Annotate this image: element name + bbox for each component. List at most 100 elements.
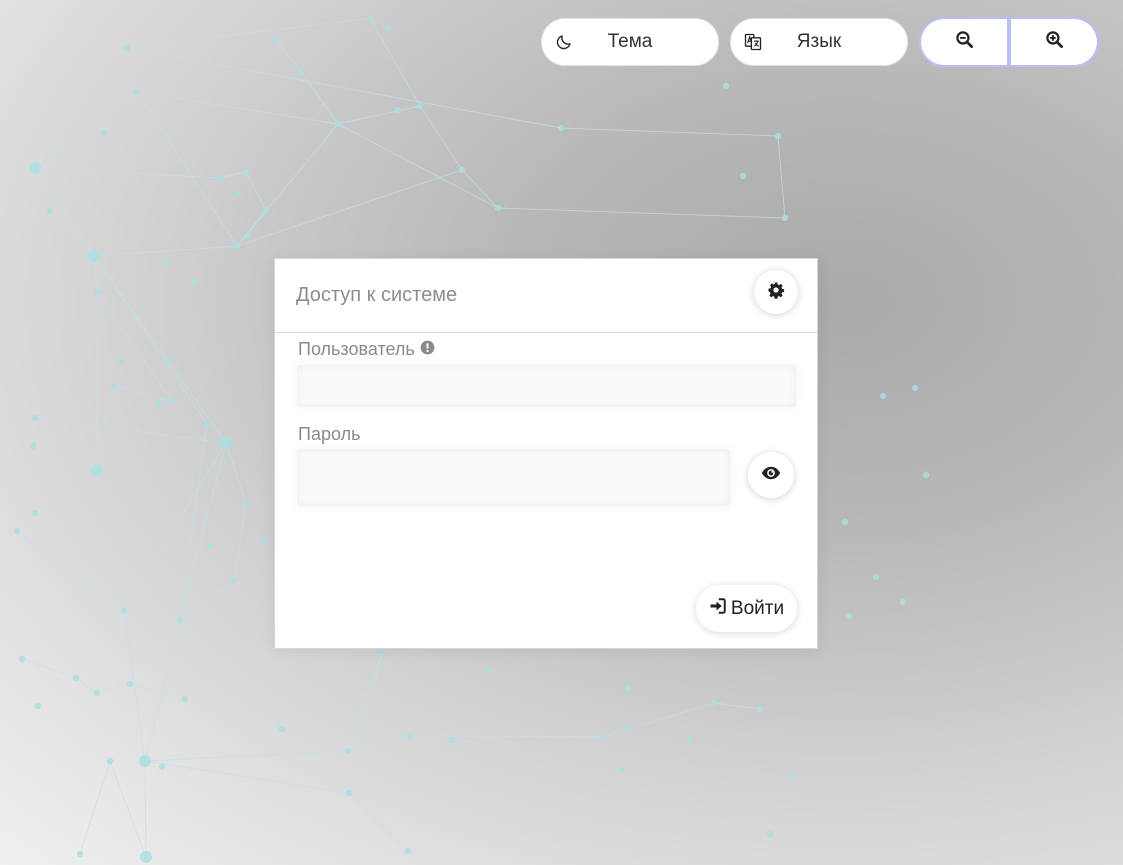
network-node — [557, 124, 565, 132]
network-node — [845, 612, 853, 620]
network-node — [133, 88, 141, 96]
network-node — [334, 120, 342, 128]
network-node — [841, 518, 849, 526]
network-node — [345, 789, 353, 797]
network-node — [234, 190, 242, 198]
network-node — [34, 702, 42, 710]
zoom-in-button[interactable] — [1011, 19, 1097, 65]
username-input[interactable] — [297, 365, 796, 407]
network-node — [31, 509, 39, 517]
network-node — [110, 382, 118, 390]
password-input[interactable] — [297, 449, 730, 506]
network-node — [788, 772, 796, 780]
network-node — [261, 536, 269, 544]
network-node — [624, 684, 632, 692]
network-node — [216, 174, 224, 182]
gear-icon — [767, 281, 785, 304]
network-node — [31, 414, 39, 422]
login-button-label: Войти — [730, 597, 785, 619]
network-node — [774, 132, 782, 140]
network-node — [100, 129, 108, 137]
network-node — [366, 14, 374, 22]
network-node — [206, 542, 214, 550]
network-node — [756, 705, 764, 713]
network-node — [155, 400, 163, 408]
network-node — [406, 732, 414, 740]
language-button-label: Язык — [796, 31, 842, 52]
zoom-out-icon — [955, 30, 974, 54]
top-toolbar: Тема Язык — [541, 17, 1099, 67]
network-node — [296, 66, 304, 74]
network-node — [344, 747, 352, 755]
network-node — [29, 442, 37, 450]
network-node — [106, 757, 114, 765]
network-node — [722, 82, 730, 90]
network-node — [190, 278, 198, 286]
network-node — [922, 471, 930, 479]
network-node — [243, 232, 251, 240]
network-node — [739, 172, 747, 180]
network-node — [879, 392, 887, 400]
network-node — [46, 207, 54, 215]
network-node — [599, 733, 607, 741]
moon-icon — [554, 32, 574, 52]
network-node — [181, 695, 189, 703]
network-node — [622, 724, 630, 732]
network-node — [203, 420, 211, 428]
login-card-header: Доступ к системе — [275, 259, 817, 333]
network-node — [486, 667, 494, 675]
network-node — [416, 102, 424, 110]
network-node — [91, 464, 103, 476]
network-node — [140, 851, 152, 863]
network-node — [618, 766, 626, 774]
zoom-out-button[interactable] — [921, 19, 1007, 65]
network-node — [494, 204, 502, 212]
zoom-controls — [919, 17, 1099, 67]
network-node — [18, 655, 26, 663]
network-node — [233, 242, 241, 250]
network-node — [686, 735, 694, 743]
network-node — [394, 106, 402, 114]
network-node — [242, 499, 250, 507]
network-node — [29, 162, 41, 174]
settings-button[interactable] — [754, 270, 798, 314]
network-node — [117, 358, 125, 366]
network-node — [766, 830, 774, 838]
exclamation-circle-icon — [420, 339, 435, 360]
network-node — [88, 250, 100, 262]
network-node — [93, 689, 101, 697]
network-node — [139, 755, 151, 767]
network-node — [13, 527, 21, 535]
network-node — [220, 437, 232, 449]
network-node — [123, 44, 131, 52]
network-node — [76, 850, 84, 858]
login-button[interactable]: Войти — [696, 585, 797, 632]
network-node — [120, 607, 128, 615]
language-button[interactable]: Язык — [730, 18, 908, 66]
network-node — [164, 358, 172, 366]
network-node — [781, 214, 789, 222]
network-node — [168, 397, 176, 405]
username-label: Пользователь — [298, 339, 435, 360]
network-node — [710, 699, 718, 707]
network-node — [262, 206, 270, 214]
network-node — [448, 736, 456, 744]
username-label-text: Пользователь — [298, 339, 415, 359]
theme-button[interactable]: Тема — [541, 18, 719, 66]
network-node — [242, 168, 250, 176]
network-node — [271, 36, 279, 44]
network-node — [458, 166, 466, 174]
network-node — [158, 763, 166, 771]
network-node — [384, 24, 392, 32]
password-label: Пароль — [298, 424, 361, 444]
network-node — [278, 725, 286, 733]
network-node — [872, 573, 880, 581]
login-title: Доступ к системе — [296, 284, 458, 306]
network-node — [230, 577, 238, 585]
network-node — [72, 674, 80, 682]
zoom-in-icon — [1045, 30, 1064, 54]
network-node — [93, 288, 101, 296]
network-node — [126, 680, 134, 688]
show-password-button[interactable] — [748, 452, 794, 498]
eye-icon — [761, 463, 781, 488]
